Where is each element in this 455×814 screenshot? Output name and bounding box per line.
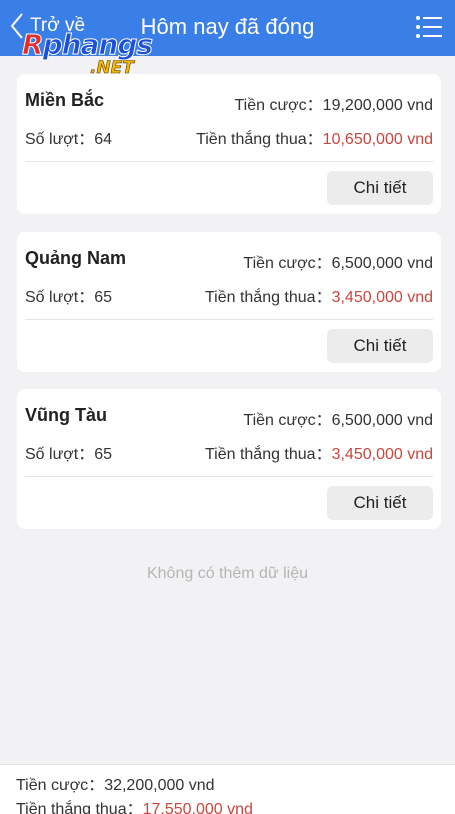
bet-amount: Tiền cược：6,500,000 vnd	[243, 255, 433, 272]
bet-count: Số lượt：65	[25, 289, 113, 306]
logo-text: Rphangs	[22, 28, 154, 62]
result-card: Vũng Tàu Tiền cược：6,500,000 vnd Số lượt…	[17, 389, 441, 529]
region-name: Vũng Tàu	[25, 405, 107, 425]
total-bet: Tiền cược：32,200,000 vnd	[16, 777, 215, 794]
divider	[25, 476, 433, 477]
bet-count: Số lượt：64	[25, 131, 113, 148]
result-card: Quảng Nam Tiền cược：6,500,000 vnd Số lượ…	[17, 232, 441, 372]
summary-footer: Tiền cược：32,200,000 vnd Tiền thắng thua…	[0, 764, 455, 814]
bet-count: Số lượt：65	[25, 446, 113, 463]
detail-button[interactable]: Chi tiết	[327, 329, 433, 363]
detail-button[interactable]: Chi tiết	[327, 171, 433, 205]
divider	[25, 161, 433, 162]
no-more-data-text: Không có thêm dữ liệu	[146, 565, 309, 582]
winloss-amount: Tiền thắng thua：3,450,000 vnd	[204, 289, 433, 306]
watermark-logo: Rphangs .NET	[22, 28, 162, 80]
detail-button[interactable]: Chi tiết	[327, 486, 433, 520]
winloss-amount: Tiền thắng thua：10,650,000 vnd	[196, 131, 433, 148]
total-winloss: Tiền thắng thua：17,550,000 vnd	[16, 801, 253, 814]
result-card: Miền Bắc Tiền cược：19,200,000 vnd Số lượ…	[17, 74, 441, 214]
bet-amount: Tiền cược：6,500,000 vnd	[243, 412, 433, 429]
divider	[25, 319, 433, 320]
list-menu-icon[interactable]	[415, 14, 443, 40]
winloss-amount: Tiền thắng thua：3,450,000 vnd	[204, 446, 433, 463]
region-name: Quảng Nam	[25, 248, 127, 268]
region-name: Miền Bắc	[25, 90, 105, 110]
bet-amount: Tiền cược：19,200,000 vnd	[234, 97, 433, 114]
